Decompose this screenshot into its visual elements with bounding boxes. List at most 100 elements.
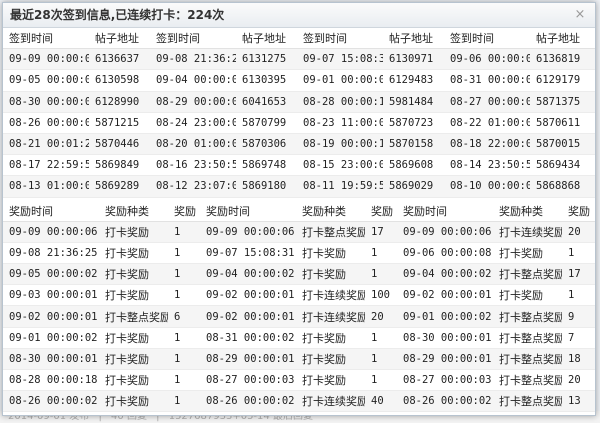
table-cell: 08-11 19:59:58 [297,175,383,198]
table-cell: 打卡整点奖励 [493,305,562,328]
table-cell: 打卡奖励 [99,263,168,286]
reward-table: 奖励时间 奖励种类 奖励 奖励时间 奖励种类 奖励 奖励时间 奖励种类 奖励 09-09 00:… [3,200,595,415]
table-cell: 打卡奖励 [99,369,168,392]
table-cell: 08-24 23:00:00 [150,112,236,134]
table-cell: 5870799 [236,112,297,134]
column-header: 奖励时间 [200,200,296,222]
table-cell: 09-08 21:36:25 [150,48,236,71]
column-header: 奖励种类 [296,200,365,222]
table-cell: 1 [365,348,397,371]
table-cell: 5869029 [383,175,444,198]
table-cell: 打卡连续奖励 [296,284,365,307]
table-cell: 1 [562,242,595,265]
table-cell: 20 [562,369,595,392]
table-cell: 打卡奖励 [296,369,365,392]
table-cell: 09-06 00:00:08 [397,242,493,265]
table-row: 09-09 00:00:06 打卡奖励 1 09-09 00:00:06 打卡整点奖励 1… [3,221,595,243]
table-cell: 打卡奖励 [99,221,168,243]
column-header: 奖励 [365,200,397,222]
column-header: 帖子地址 [530,28,595,50]
table-cell: 09-04 00:00:02 [150,69,236,92]
table-cell: 1 [168,327,200,349]
table-cell: 09-01 00:00:02 [397,305,493,328]
table-cell: 5869289 [89,175,150,198]
table-cell: 5870446 [89,133,150,156]
table-cell: 20 [168,411,200,415]
table-cell: 08-12 23:07:02 [150,175,236,198]
table-row: 09-03 00:00:01 打卡奖励 1 09-02 00:00:01 打卡连续奖励 1… [3,284,595,307]
table-cell: 1 [168,348,200,371]
table-cell: 08-27 00:00:03 [397,369,493,392]
table-cell: 打卡整点奖励 [493,348,562,371]
table-cell: 1 [365,411,397,415]
table-row: 09-08 21:36:25 打卡奖励 1 09-07 15:08:31 打卡奖励 1 09… [3,242,595,265]
table-cell: 5869748 [236,154,297,177]
table-cell: 100 [365,284,397,307]
table-cell: 08-17 22:59:58 [3,154,89,177]
column-header: 帖子地址 [236,28,297,50]
table-row: 09-01 00:00:02 打卡奖励 1 08-31 00:00:02 打卡奖励 1 08… [3,327,595,349]
table-cell: 1 [562,284,595,307]
table-cell: 08-20 01:00:09 [150,133,236,156]
column-header: 签到时间 [444,28,530,50]
table-cell: 5868868 [530,175,595,198]
column-header: 奖励 [562,200,595,222]
table-cell: 09-03 00:00:01 [3,284,99,307]
table-cell: 6130971 [383,48,444,71]
table-cell: 09-02 00:00:01 [200,305,296,328]
checkin-table: 签到时间 帖子地址 签到时间 帖子地址 签到时间 帖子地址 签到时间 帖子地址 09-09 0… [3,28,595,198]
table-cell: 6131275 [236,48,297,71]
table-cell: 1 [168,390,200,413]
table-cell: 打卡整点奖励 [99,305,168,328]
table-cell: 09-01 00:00:02 [3,327,99,349]
table-cell: 17 [562,263,595,286]
column-header: 签到时间 [297,28,383,50]
table-cell: 5869849 [89,154,150,177]
table-row: 09-05 00:00:02 打卡奖励 1 09-04 00:00:02 打卡奖励 1 09… [3,263,595,286]
table-cell: 08-28 00:00:18 [3,369,99,392]
table-cell: 6128990 [89,91,150,113]
table-cell: 09-07 15:08:31 [297,48,383,71]
table-cell: 打卡奖励 [296,327,365,349]
table-cell: 打卡奖励 [99,390,168,413]
table-cell: 5870723 [383,112,444,134]
table-cell: 08-23 11:00:03 [297,112,383,134]
table-cell: 08-30 00:00:01 [3,91,89,113]
column-header: 奖励 [168,200,200,222]
table-row: 08-26 00:00:02 打卡奖励 1 08-26 00:00:02 打卡连续奖励 4… [3,390,595,413]
table-cell: 08-22 01:00:01 [444,112,530,134]
table-cell: 7 [562,327,595,349]
table-cell: 6130598 [89,69,150,92]
table-cell: 08-15 23:00:03 [297,154,383,177]
column-header: 奖励时间 [397,200,493,222]
table-cell: 6136637 [89,48,150,71]
table-cell: 08-31 00:00:02 [200,327,296,349]
table-cell: 打卡整点奖励 [493,369,562,392]
table-cell: 5981484 [383,91,444,113]
table-cell: 5871375 [530,91,595,113]
table-cell: 6136819 [530,48,595,71]
table-cell: 20 [562,221,595,243]
table-cell: 09-02 00:00:01 [397,284,493,307]
table-cell: 打卡奖励 [99,242,168,265]
table-cell: 09-05 00:00:02 [3,263,99,286]
table-cell: 打卡奖励 [296,263,365,286]
table-cell: 40 [365,390,397,413]
table-cell: 6041653 [236,91,297,113]
dialog-title: 最近28次签到信息,已连续打卡：224次 [10,8,225,22]
table-row: 09-05 00:00:02 6130598 09-04 00:00:02 61303… [3,69,595,92]
table-cell: 09-04 00:00:02 [200,263,296,286]
table-cell: 9 [562,305,595,328]
table-cell: 1 [365,263,397,286]
table-cell: 08-26 00:00:02 [3,390,99,413]
table-row: 08-17 22:59:58 5869849 08-16 23:50:58 58697… [3,154,595,177]
dialog-titlebar: 最近28次签到信息,已连续打卡：224次 × [3,3,595,28]
table-cell: 18 [562,348,595,371]
table-cell: 08-19 00:00:13 [297,133,383,156]
table-cell: 09-09 00:00:06 [397,221,493,243]
close-icon[interactable]: × [573,3,587,27]
table-cell: 1 [168,221,200,243]
table-cell: 6129483 [383,69,444,92]
table-cell: 打卡奖励 [99,284,168,307]
column-header: 帖子地址 [89,28,150,50]
